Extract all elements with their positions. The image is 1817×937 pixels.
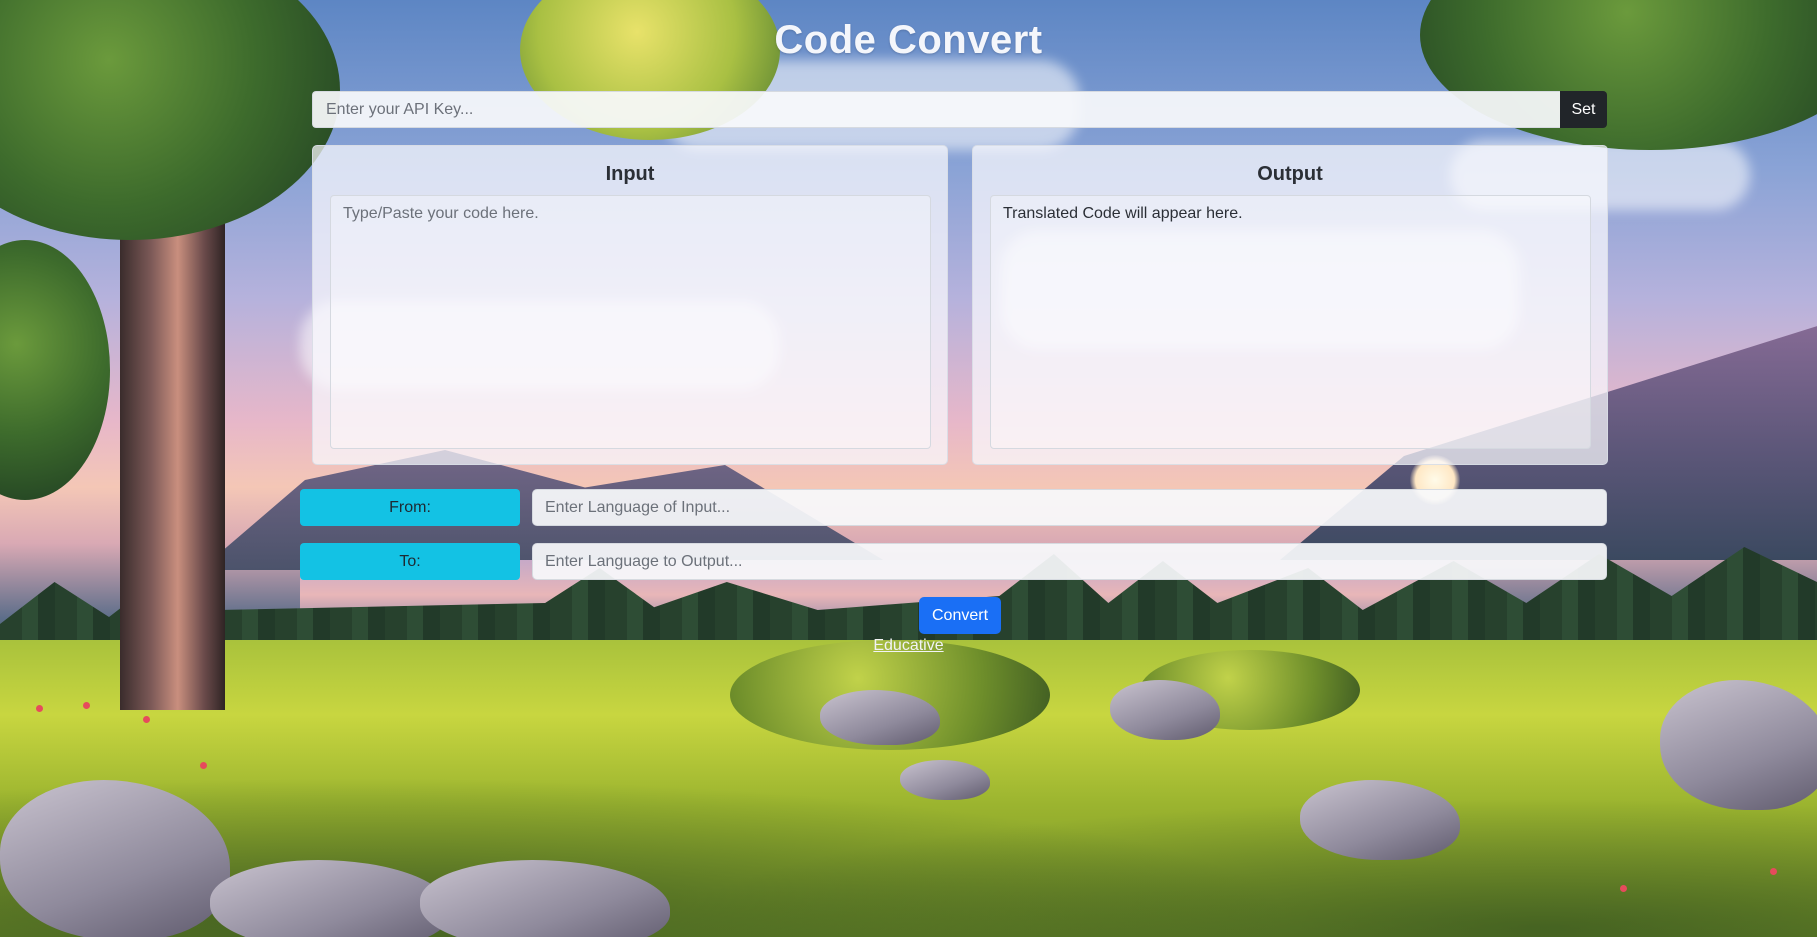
educative-link: Educative: [0, 637, 1817, 655]
output-panel-title: Output: [1257, 163, 1323, 185]
to-language-input[interactable]: [532, 543, 1607, 580]
from-label: From:: [300, 489, 520, 526]
to-label: To:: [300, 543, 520, 580]
from-language-input[interactable]: [532, 489, 1607, 526]
input-panel-title: Input: [605, 163, 655, 185]
educative-link-text[interactable]: Educative: [873, 637, 943, 654]
input-panel: Input: [312, 145, 948, 465]
output-panel: Output Translated Code will appear here.: [972, 145, 1608, 465]
api-key-row: Set: [312, 91, 1607, 128]
code-output-textarea[interactable]: Translated Code will appear here.: [990, 195, 1591, 449]
code-convert-app: Code Convert Set Input Output Translated…: [0, 0, 1817, 937]
set-api-key-button[interactable]: Set: [1560, 91, 1607, 128]
from-language-row: From:: [300, 489, 1607, 526]
code-input-textarea[interactable]: [330, 195, 931, 449]
page-title: Code Convert: [774, 18, 1043, 62]
api-key-input[interactable]: [312, 91, 1560, 128]
to-language-row: To:: [300, 543, 1607, 580]
convert-button[interactable]: Convert: [919, 597, 1001, 634]
